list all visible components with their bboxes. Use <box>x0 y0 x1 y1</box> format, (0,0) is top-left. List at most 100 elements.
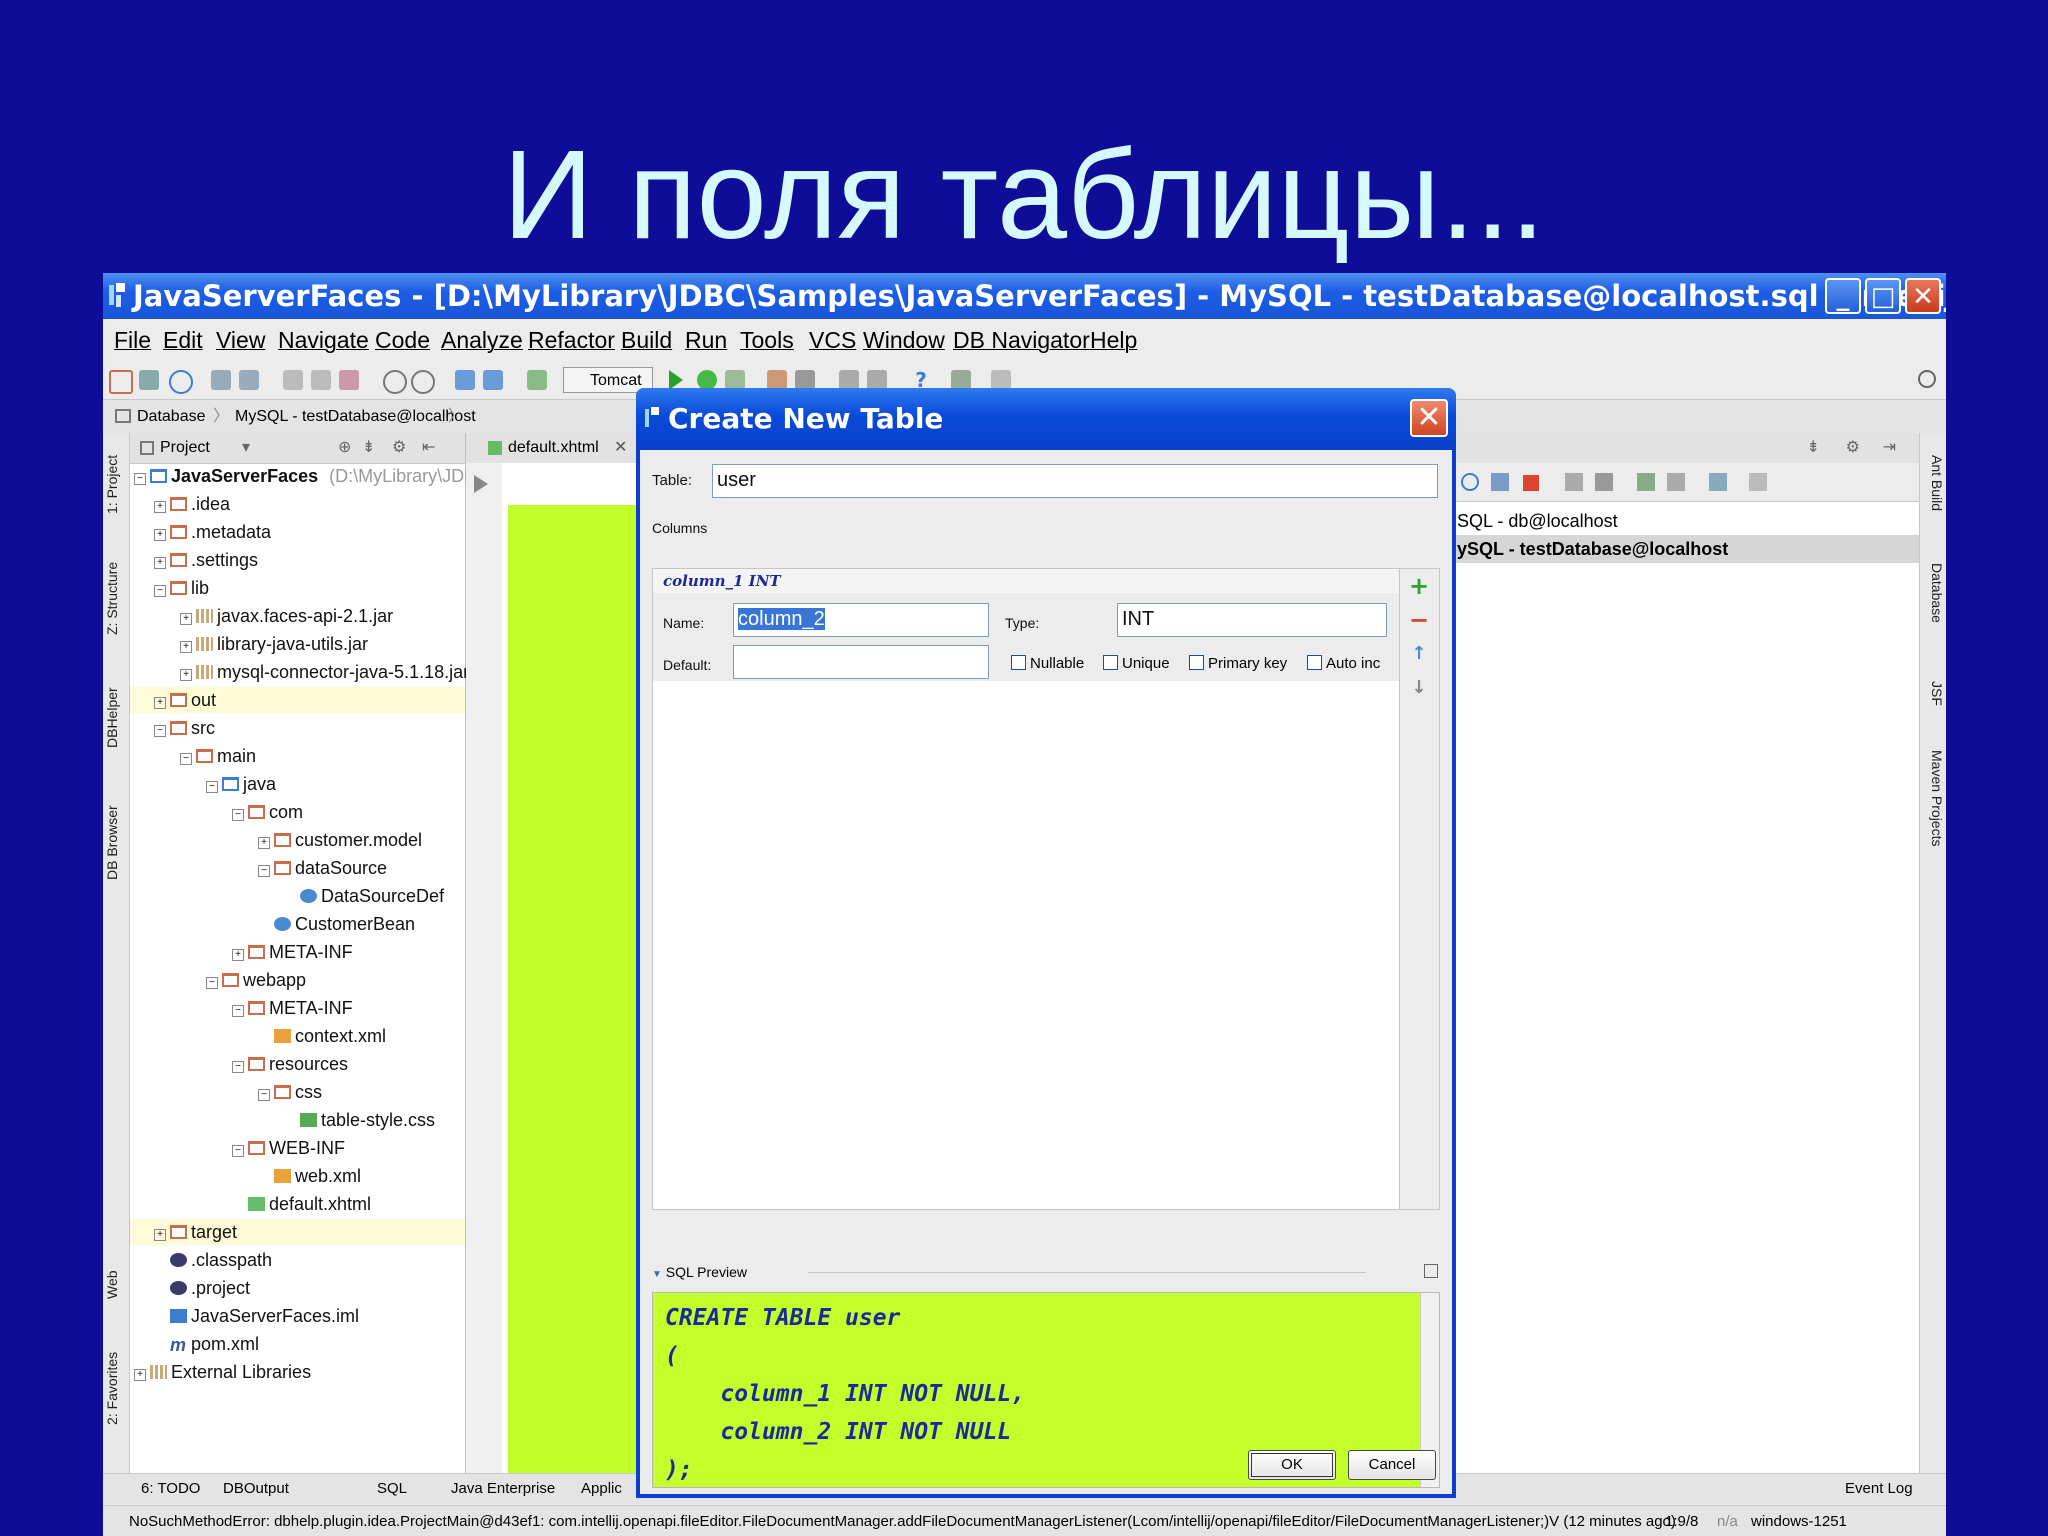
menu-vcs[interactable]: VCS <box>809 319 856 361</box>
column-default-input[interactable] <box>733 645 989 679</box>
help-icon[interactable]: ? <box>911 370 931 390</box>
tool-application-servers[interactable]: Applic <box>581 1474 622 1504</box>
tool-java-enterprise[interactable]: Java Enterprise <box>451 1474 555 1504</box>
tree-item-jar[interactable]: + javax.faces-api-2.1.jar <box>180 603 393 629</box>
tool-dboutput[interactable]: DBOutput <box>223 1474 289 1504</box>
tree-item-context-xml[interactable]: context.xml <box>274 1023 386 1049</box>
gear-icon[interactable]: ⚙ <box>1846 437 1860 456</box>
compare-icon[interactable] <box>1667 473 1685 491</box>
tool-ant-build[interactable]: Ant Build <box>1921 443 1945 523</box>
hide-icon[interactable]: ⇥ <box>1883 437 1896 456</box>
menu-db-navigator[interactable]: DB Navigator <box>953 319 1090 361</box>
run-icon[interactable] <box>669 370 683 390</box>
column-name-input[interactable]: column_2 <box>733 603 989 637</box>
unique-checkbox[interactable]: Unique <box>1103 655 1170 673</box>
tree-item-web-xml[interactable]: web.xml <box>274 1163 361 1189</box>
file-encoding[interactable]: windows-1251 <box>1751 1506 1847 1536</box>
locate-icon[interactable]: ⊕ <box>338 433 351 463</box>
menu-build[interactable]: Build <box>621 319 672 361</box>
breadcrumb-database[interactable]: Database <box>137 400 206 433</box>
debug-icon[interactable] <box>697 370 717 390</box>
sql-preview-header[interactable]: ▼ SQL Preview <box>652 1260 1440 1284</box>
menu-view[interactable]: View <box>216 319 265 361</box>
collapse-icon[interactable]: ⇟ <box>1807 437 1820 456</box>
hide-icon[interactable]: ⇤ <box>422 433 435 463</box>
tree-item-table-style[interactable]: table-style.css <box>300 1107 435 1133</box>
sync-icon[interactable] <box>169 370 193 394</box>
android-icon[interactable] <box>867 370 887 390</box>
tree-item-idea[interactable]: + .idea <box>154 491 230 517</box>
copy-icon[interactable] <box>311 370 331 390</box>
tree-item-webapp[interactable]: − webapp <box>206 967 306 993</box>
gear-icon[interactable]: ⚙ <box>392 433 406 463</box>
tree-item-metadata[interactable]: + .metadata <box>154 519 271 545</box>
menu-analyze[interactable]: Analyze <box>441 319 523 361</box>
move-down-icon[interactable]: ↓ <box>1408 677 1430 699</box>
tree-item-main[interactable]: − main <box>180 743 256 769</box>
tree-item-datasourcedef[interactable]: DataSourceDef <box>300 883 444 909</box>
table-name-input[interactable]: user <box>712 464 1438 498</box>
auto-inc-checkbox[interactable]: Auto inc <box>1307 655 1380 673</box>
terminal-icon[interactable] <box>991 370 1011 390</box>
replace-icon[interactable] <box>411 370 435 394</box>
tool-sql[interactable]: SQL <box>377 1474 407 1504</box>
minimize-button[interactable]: _ <box>1825 278 1861 314</box>
ok-button[interactable]: OK <box>1248 1450 1336 1480</box>
tree-item-css[interactable]: − css <box>258 1079 322 1105</box>
db-tree-item-selected[interactable]: ySQL - testDatabase@localhost <box>1453 535 1920 563</box>
tree-item-datasource[interactable]: − dataSource <box>258 855 387 881</box>
collapse-icon[interactable]: ⇟ <box>362 433 375 463</box>
tool-db-browser[interactable]: DB Browser <box>104 783 128 903</box>
dialog-close-button[interactable]: ✕ <box>1410 399 1448 437</box>
collapse-all-icon[interactable] <box>1749 473 1767 491</box>
menu-refactor[interactable]: Refactor <box>528 319 615 361</box>
column-1-row[interactable]: column_1 INT <box>653 569 1399 593</box>
add-column-icon[interactable]: + <box>1408 574 1430 598</box>
expand-icon[interactable] <box>1424 1264 1438 1278</box>
undo-icon[interactable] <box>211 370 231 390</box>
stop-icon[interactable] <box>1523 475 1539 491</box>
tree-item-meta-inf[interactable]: − META-INF <box>232 995 353 1021</box>
tree-item-web-inf[interactable]: − WEB-INF <box>232 1135 345 1161</box>
tree-item-jar[interactable]: + library-java-utils.jar <box>180 631 368 657</box>
structure-icon[interactable] <box>795 370 815 390</box>
tool-favorites[interactable]: 2: Favorites <box>104 1333 128 1443</box>
project-view-select[interactable]: Project <box>160 433 210 463</box>
tree-item-settings[interactable]: + .settings <box>154 547 258 573</box>
tree-item-customer-model[interactable]: + customer.model <box>258 827 422 853</box>
make-icon[interactable] <box>527 370 547 390</box>
tool-jsf[interactable]: JSF <box>1921 673 1945 713</box>
console-icon[interactable] <box>1595 473 1613 491</box>
chevron-down-icon[interactable]: ▼ <box>652 1269 662 1280</box>
search-everywhere-icon[interactable] <box>1918 370 1936 388</box>
tree-item-classpath[interactable]: .classpath <box>170 1247 272 1273</box>
tool-structure[interactable]: Z: Structure <box>104 543 128 653</box>
column-type-input[interactable]: INT <box>1117 603 1387 637</box>
tree-item-lib[interactable]: − lib <box>154 575 209 601</box>
menu-tools[interactable]: Tools <box>740 319 794 361</box>
breadcrumb-connection[interactable]: MySQL - testDatabase@localhost <box>235 400 476 433</box>
tool-todo[interactable]: 6: TODO <box>141 1474 200 1504</box>
remove-column-icon[interactable]: − <box>1408 608 1430 632</box>
tab-default-xhtml[interactable]: default.xhtml <box>508 433 599 463</box>
menu-edit[interactable]: Edit <box>163 319 203 361</box>
cancel-button[interactable]: Cancel <box>1348 1450 1436 1480</box>
tool-maven-projects[interactable]: Maven Projects <box>1921 733 1945 863</box>
tree-item-external-libraries[interactable]: + External Libraries <box>134 1359 311 1385</box>
refresh-icon[interactable] <box>1461 473 1479 491</box>
tree-item-com[interactable]: − com <box>232 799 303 825</box>
coverage-icon[interactable] <box>725 370 745 390</box>
tree-item-root[interactable]: − JavaServerFaces (D:\MyLibrary\JDBC <box>134 463 489 489</box>
menu-window[interactable]: Window <box>863 319 945 361</box>
tree-item-resources[interactable]: − resources <box>232 1051 348 1077</box>
close-icon[interactable]: ✕ <box>614 433 627 463</box>
open-icon[interactable] <box>109 370 133 394</box>
forward-icon[interactable] <box>483 370 503 390</box>
db-tree-item[interactable]: SQL - db@localhost <box>1453 507 1920 535</box>
redo-icon[interactable] <box>239 370 259 390</box>
paste-icon[interactable] <box>339 370 359 390</box>
tool-dbhelper[interactable]: DBHelper <box>104 673 128 763</box>
tree-item-customerbean[interactable]: CustomerBean <box>274 911 415 937</box>
tree-item-default-xhtml[interactable]: default.xhtml <box>248 1191 371 1217</box>
tool-project[interactable]: 1: Project <box>104 439 128 529</box>
